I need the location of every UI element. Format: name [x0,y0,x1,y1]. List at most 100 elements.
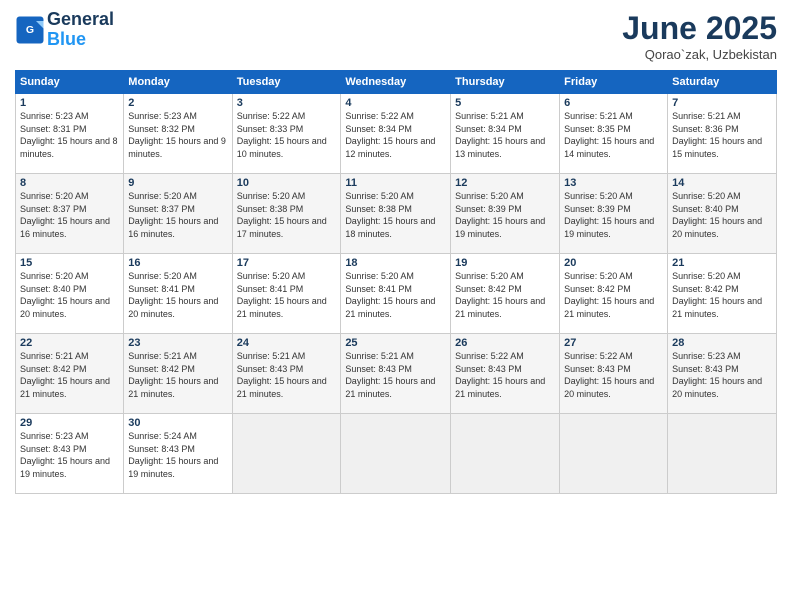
day-number: 20 [564,257,663,269]
day-detail: Sunrise: 5:20 AMSunset: 8:37 PMDaylight:… [128,190,227,240]
day-detail: Sunrise: 5:20 AMSunset: 8:41 PMDaylight:… [237,270,337,320]
day-detail: Sunrise: 5:22 AMSunset: 8:33 PMDaylight:… [237,110,337,160]
calendar-header-row: SundayMondayTuesdayWednesdayThursdayFrid… [16,71,777,94]
calendar-day-cell: 10Sunrise: 5:20 AMSunset: 8:38 PMDayligh… [232,174,341,254]
day-number: 5 [455,97,555,109]
calendar-day-cell: 19Sunrise: 5:20 AMSunset: 8:42 PMDayligh… [451,254,560,334]
calendar-day-cell: 4Sunrise: 5:22 AMSunset: 8:34 PMDaylight… [341,94,451,174]
calendar-day-cell: 30Sunrise: 5:24 AMSunset: 8:43 PMDayligh… [124,414,232,494]
day-number: 4 [345,97,446,109]
day-detail: Sunrise: 5:21 AMSunset: 8:42 PMDaylight:… [20,350,119,400]
svg-text:G: G [26,24,34,36]
calendar-header-monday: Monday [124,71,232,94]
day-number: 22 [20,337,119,349]
day-number: 27 [564,337,663,349]
calendar-day-cell: 22Sunrise: 5:21 AMSunset: 8:42 PMDayligh… [16,334,124,414]
day-number: 3 [237,97,337,109]
calendar-day-cell: 16Sunrise: 5:20 AMSunset: 8:41 PMDayligh… [124,254,232,334]
calendar-day-cell [560,414,668,494]
calendar-day-cell: 12Sunrise: 5:20 AMSunset: 8:39 PMDayligh… [451,174,560,254]
day-detail: Sunrise: 5:20 AMSunset: 8:40 PMDaylight:… [20,270,119,320]
day-detail: Sunrise: 5:22 AMSunset: 8:43 PMDaylight:… [455,350,555,400]
calendar-day-cell: 29Sunrise: 5:23 AMSunset: 8:43 PMDayligh… [16,414,124,494]
calendar-day-cell: 11Sunrise: 5:20 AMSunset: 8:38 PMDayligh… [341,174,451,254]
day-number: 23 [128,337,227,349]
day-number: 1 [20,97,119,109]
calendar-day-cell: 14Sunrise: 5:20 AMSunset: 8:40 PMDayligh… [668,174,777,254]
day-detail: Sunrise: 5:20 AMSunset: 8:37 PMDaylight:… [20,190,119,240]
day-detail: Sunrise: 5:22 AMSunset: 8:34 PMDaylight:… [345,110,446,160]
calendar-week-row: 15Sunrise: 5:20 AMSunset: 8:40 PMDayligh… [16,254,777,334]
day-number: 28 [672,337,772,349]
calendar-day-cell: 7Sunrise: 5:21 AMSunset: 8:36 PMDaylight… [668,94,777,174]
day-detail: Sunrise: 5:23 AMSunset: 8:31 PMDaylight:… [20,110,119,160]
day-number: 15 [20,257,119,269]
day-number: 8 [20,177,119,189]
day-number: 11 [345,177,446,189]
day-detail: Sunrise: 5:21 AMSunset: 8:35 PMDaylight:… [564,110,663,160]
calendar-day-cell: 8Sunrise: 5:20 AMSunset: 8:37 PMDaylight… [16,174,124,254]
day-number: 18 [345,257,446,269]
logo-icon: G [15,15,45,45]
day-number: 30 [128,417,227,429]
calendar-day-cell: 21Sunrise: 5:20 AMSunset: 8:42 PMDayligh… [668,254,777,334]
calendar-day-cell: 2Sunrise: 5:23 AMSunset: 8:32 PMDaylight… [124,94,232,174]
calendar-day-cell: 27Sunrise: 5:22 AMSunset: 8:43 PMDayligh… [560,334,668,414]
day-detail: Sunrise: 5:20 AMSunset: 8:40 PMDaylight:… [672,190,772,240]
calendar-day-cell: 28Sunrise: 5:23 AMSunset: 8:43 PMDayligh… [668,334,777,414]
day-detail: Sunrise: 5:21 AMSunset: 8:36 PMDaylight:… [672,110,772,160]
calendar-day-cell: 18Sunrise: 5:20 AMSunset: 8:41 PMDayligh… [341,254,451,334]
day-detail: Sunrise: 5:23 AMSunset: 8:43 PMDaylight:… [20,430,119,480]
calendar-day-cell [668,414,777,494]
day-number: 9 [128,177,227,189]
day-detail: Sunrise: 5:20 AMSunset: 8:38 PMDaylight:… [345,190,446,240]
day-number: 21 [672,257,772,269]
day-number: 26 [455,337,555,349]
location-subtitle: Qorao`zak, Uzbekistan [622,47,777,62]
calendar-day-cell: 24Sunrise: 5:21 AMSunset: 8:43 PMDayligh… [232,334,341,414]
calendar-day-cell [341,414,451,494]
day-detail: Sunrise: 5:20 AMSunset: 8:42 PMDaylight:… [672,270,772,320]
calendar-table: SundayMondayTuesdayWednesdayThursdayFrid… [15,70,777,494]
day-number: 10 [237,177,337,189]
day-number: 14 [672,177,772,189]
logo-text: General Blue [47,10,114,50]
day-number: 19 [455,257,555,269]
calendar-day-cell [232,414,341,494]
calendar-header-saturday: Saturday [668,71,777,94]
calendar-day-cell: 26Sunrise: 5:22 AMSunset: 8:43 PMDayligh… [451,334,560,414]
day-detail: Sunrise: 5:20 AMSunset: 8:38 PMDaylight:… [237,190,337,240]
calendar-day-cell: 13Sunrise: 5:20 AMSunset: 8:39 PMDayligh… [560,174,668,254]
calendar-header-thursday: Thursday [451,71,560,94]
day-number: 7 [672,97,772,109]
header: G General Blue June 2025 Qorao`zak, Uzbe… [15,10,777,62]
calendar-week-row: 1Sunrise: 5:23 AMSunset: 8:31 PMDaylight… [16,94,777,174]
calendar-day-cell: 20Sunrise: 5:20 AMSunset: 8:42 PMDayligh… [560,254,668,334]
logo-line1: General [47,10,114,30]
day-detail: Sunrise: 5:23 AMSunset: 8:32 PMDaylight:… [128,110,227,160]
calendar-header-wednesday: Wednesday [341,71,451,94]
day-detail: Sunrise: 5:21 AMSunset: 8:43 PMDaylight:… [237,350,337,400]
calendar-day-cell: 1Sunrise: 5:23 AMSunset: 8:31 PMDaylight… [16,94,124,174]
calendar-day-cell: 3Sunrise: 5:22 AMSunset: 8:33 PMDaylight… [232,94,341,174]
day-number: 25 [345,337,446,349]
calendar-day-cell [451,414,560,494]
calendar-day-cell: 17Sunrise: 5:20 AMSunset: 8:41 PMDayligh… [232,254,341,334]
day-number: 16 [128,257,227,269]
day-detail: Sunrise: 5:20 AMSunset: 8:42 PMDaylight:… [455,270,555,320]
day-detail: Sunrise: 5:21 AMSunset: 8:43 PMDaylight:… [345,350,446,400]
calendar-day-cell: 25Sunrise: 5:21 AMSunset: 8:43 PMDayligh… [341,334,451,414]
day-detail: Sunrise: 5:24 AMSunset: 8:43 PMDaylight:… [128,430,227,480]
calendar-day-cell: 9Sunrise: 5:20 AMSunset: 8:37 PMDaylight… [124,174,232,254]
day-number: 2 [128,97,227,109]
calendar-day-cell: 5Sunrise: 5:21 AMSunset: 8:34 PMDaylight… [451,94,560,174]
logo-line2: Blue [47,29,86,49]
calendar-week-row: 8Sunrise: 5:20 AMSunset: 8:37 PMDaylight… [16,174,777,254]
day-detail: Sunrise: 5:23 AMSunset: 8:43 PMDaylight:… [672,350,772,400]
day-number: 29 [20,417,119,429]
day-detail: Sunrise: 5:20 AMSunset: 8:42 PMDaylight:… [564,270,663,320]
page: G General Blue June 2025 Qorao`zak, Uzbe… [0,0,792,612]
calendar-week-row: 29Sunrise: 5:23 AMSunset: 8:43 PMDayligh… [16,414,777,494]
day-detail: Sunrise: 5:20 AMSunset: 8:41 PMDaylight:… [128,270,227,320]
day-detail: Sunrise: 5:22 AMSunset: 8:43 PMDaylight:… [564,350,663,400]
